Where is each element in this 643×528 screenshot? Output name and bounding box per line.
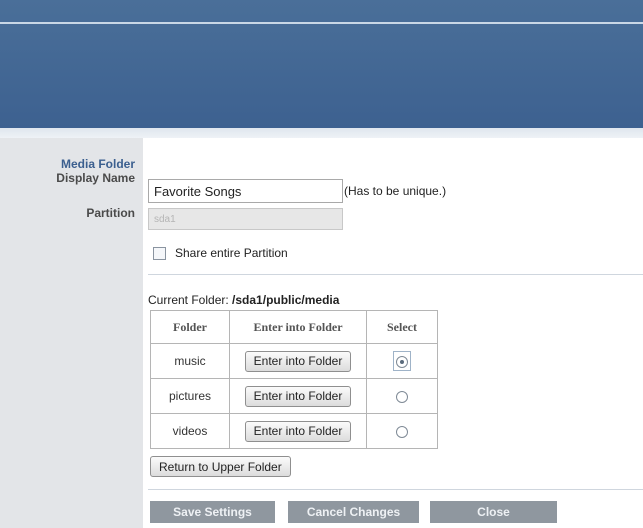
column-header-enter: Enter into Folder <box>229 310 367 344</box>
select-radio-music[interactable] <box>396 355 408 368</box>
partition-input[interactable] <box>148 208 343 230</box>
display-name-label: Display Name <box>56 171 135 185</box>
folder-name: videos <box>150 413 230 449</box>
section-divider <box>148 274 643 275</box>
cancel-changes-button[interactable]: Cancel Changes <box>288 501 419 523</box>
partition-label: Partition <box>86 206 135 220</box>
table-row: pictures Enter into Folder <box>150 378 438 414</box>
select-radio-videos[interactable] <box>396 425 408 438</box>
enter-folder-button-pictures[interactable]: Enter into Folder <box>244 385 352 407</box>
column-header-select: Select <box>366 310 438 344</box>
table-header-row: Folder Enter into Folder Select <box>150 310 438 344</box>
label-column <box>0 138 143 528</box>
enter-folder-button-music[interactable]: Enter into Folder <box>244 350 352 372</box>
media-folder-heading: Media Folder <box>60 157 135 171</box>
select-radio-frame <box>393 386 411 406</box>
select-radio-focus <box>393 351 411 371</box>
return-upper-folder-button[interactable]: Return to Upper Folder <box>150 456 291 477</box>
share-partition-label: Share entire Partition <box>175 246 288 260</box>
actions-divider <box>148 489 643 490</box>
table-row: music Enter into Folder <box>150 343 438 379</box>
unique-hint: (Has to be unique.) <box>344 184 447 198</box>
save-settings-button[interactable]: Save Settings <box>150 501 275 523</box>
select-radio-pictures[interactable] <box>396 390 408 403</box>
folder-table: Folder Enter into Folder Select music En… <box>150 310 438 449</box>
header-divider <box>0 22 643 24</box>
select-radio-frame <box>393 421 411 441</box>
current-folder-label: Current Folder: <box>148 293 229 307</box>
folder-name: pictures <box>150 378 230 414</box>
folder-name: music <box>150 343 230 379</box>
column-header-folder: Folder <box>150 310 230 344</box>
close-button[interactable]: Close <box>430 501 557 523</box>
display-name-input[interactable] <box>148 179 343 203</box>
header-separator <box>0 128 643 138</box>
share-partition-checkbox[interactable] <box>153 247 166 260</box>
current-folder-line: Current Folder: /sda1/public/media <box>148 293 339 307</box>
enter-folder-button-videos[interactable]: Enter into Folder <box>244 420 352 442</box>
current-folder-path: /sda1/public/media <box>232 293 340 307</box>
header-banner <box>0 0 643 128</box>
table-row: videos Enter into Folder <box>150 413 438 449</box>
